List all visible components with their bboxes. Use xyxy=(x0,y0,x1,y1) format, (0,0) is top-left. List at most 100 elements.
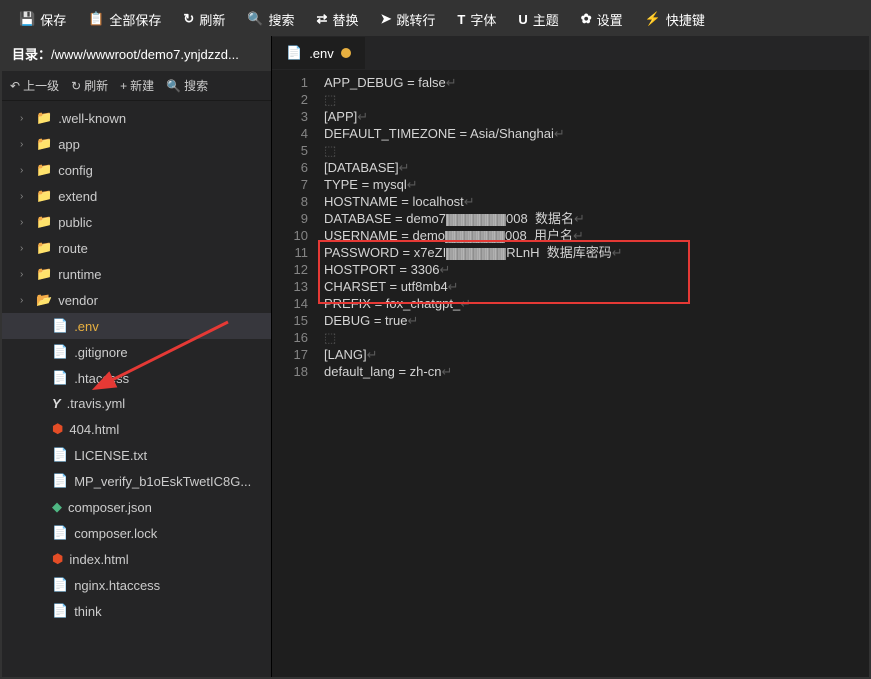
toolbar-theme-button[interactable]: U 主题 xyxy=(507,2,569,37)
file-item[interactable]: 📄 think xyxy=(2,598,271,624)
line-number: 5 xyxy=(272,142,308,159)
item-name: index.html xyxy=(69,552,128,567)
folder-item[interactable]: ›📁public xyxy=(2,209,271,235)
file-icon: 📄 xyxy=(52,525,68,541)
toolbar-search-button[interactable]: 🔍搜索 xyxy=(236,2,305,37)
folder-item[interactable]: ›📂vendor xyxy=(2,287,271,313)
censored-text xyxy=(446,248,506,260)
toolbar-label: 替换 xyxy=(332,10,358,29)
file-item[interactable]: 📄composer.lock xyxy=(2,520,271,546)
editor-tabs: 📄 .env xyxy=(272,36,869,70)
item-name: 404.html xyxy=(69,422,119,437)
toolbar-save-all-button[interactable]: 📋全部保存 xyxy=(77,2,172,37)
line-number: 9 xyxy=(272,210,308,227)
toolbar-label: 主题 xyxy=(533,10,559,29)
file-item[interactable]: 📄.env xyxy=(2,313,271,339)
toolbar-replace-button[interactable]: ⇄替换 xyxy=(306,2,370,37)
code-line: [APP]↵ xyxy=(316,108,869,125)
folder-item[interactable]: ›📁config xyxy=(2,157,271,183)
toolbar-refresh-button[interactable]: ↻刷新 xyxy=(172,2,236,37)
folder-item[interactable]: ›📁.well-known xyxy=(2,105,271,131)
file-item[interactable]: ⬢index.html xyxy=(2,546,271,572)
folder-item[interactable]: ›📁runtime xyxy=(2,261,271,287)
tab-env[interactable]: 📄 .env xyxy=(272,37,365,69)
toolbar-font-button[interactable]: T字体 xyxy=(446,2,507,37)
folder-icon: 📁 xyxy=(36,240,52,256)
nav-label: 新建 xyxy=(130,77,154,94)
toolbar-goto-line-button[interactable]: ➤ 跳转行 xyxy=(369,2,446,37)
nav-label: 刷新 xyxy=(84,77,108,94)
item-name: vendor xyxy=(58,293,98,308)
folder-item[interactable]: ›📁route xyxy=(2,235,271,261)
folder-icon: 📁 xyxy=(36,110,52,126)
item-name: config xyxy=(58,163,93,178)
line-number: 10 xyxy=(272,227,308,244)
file-icon: ⬢ xyxy=(52,421,63,437)
folder-item[interactable]: ›📁extend xyxy=(2,183,271,209)
nav-new-button[interactable]: +新建 xyxy=(120,77,154,94)
item-name: .travis.yml xyxy=(67,396,126,411)
nav-label: 搜索 xyxy=(184,77,208,94)
line-number: 1 xyxy=(272,74,308,91)
code-line: HOSTPORT = 3306↵ xyxy=(316,261,869,278)
file-item[interactable]: 📄.gitignore xyxy=(2,339,271,365)
line-gutter: 123456789101112131415161718 xyxy=(272,70,316,677)
file-item[interactable]: Y.travis.yml xyxy=(2,391,271,416)
toolbar-shortcuts-button[interactable]: ⚡快捷键 xyxy=(634,2,716,37)
toolbar-save-button[interactable]: 💾保存 xyxy=(8,2,77,37)
file-icon: 📄 xyxy=(52,473,68,489)
nav-search-button[interactable]: 🔍搜索 xyxy=(166,77,208,94)
chevron-right-icon: › xyxy=(20,269,30,280)
line-number: 4 xyxy=(272,125,308,142)
toolbar-icon: T xyxy=(457,12,465,27)
code-line: DATABASE = demo7008 数据名↵ xyxy=(316,210,869,227)
file-icon: 📄 xyxy=(52,603,68,619)
file-item[interactable]: 📄.htaccess xyxy=(2,365,271,391)
nav-refresh-button[interactable]: ↻刷新 xyxy=(71,77,108,94)
item-name: .env xyxy=(74,319,99,334)
folder-item[interactable]: ›📁app xyxy=(2,131,271,157)
item-name: runtime xyxy=(58,267,101,282)
file-icon: 📄 xyxy=(52,577,68,593)
code-line: TYPE = mysql↵ xyxy=(316,176,869,193)
code-content[interactable]: APP_DEBUG = false↵⬚[APP]↵DEFAULT_TIMEZON… xyxy=(316,70,869,677)
path-bar: 目录：/www/wwwroot/demo7.ynjdzzd... xyxy=(2,36,271,71)
code-editor[interactable]: 123456789101112131415161718 APP_DEBUG = … xyxy=(272,70,869,677)
path-label: 目录： xyxy=(12,47,51,62)
toolbar-settings-button[interactable]: ✿设置 xyxy=(570,2,634,37)
file-icon: 📄 xyxy=(52,447,68,463)
file-tree: ›📁.well-known›📁app›📁config›📁extend›📁publ… xyxy=(2,101,271,677)
toolbar-label: 跳转行 xyxy=(396,10,435,29)
line-number: 3 xyxy=(272,108,308,125)
code-line: DEFAULT_TIMEZONE = Asia/Shanghai↵ xyxy=(316,125,869,142)
toolbar-label: 保存 xyxy=(40,10,66,29)
nav-up-button[interactable]: ↶上一级 xyxy=(10,77,59,94)
line-number: 18 xyxy=(272,363,308,380)
item-name: MP_verify_b1oEskTwetIC8G... xyxy=(74,474,251,489)
file-item[interactable]: ◆composer.json xyxy=(2,494,271,520)
code-line: HOSTNAME = localhost↵ xyxy=(316,193,869,210)
item-name: app xyxy=(58,137,80,152)
code-line: CHARSET = utf8mb4↵ xyxy=(316,278,869,295)
item-name: think xyxy=(74,604,101,619)
item-name: .well-known xyxy=(58,111,126,126)
code-line: [DATABASE]↵ xyxy=(316,159,869,176)
file-item[interactable]: 📄nginx.htaccess xyxy=(2,572,271,598)
folder-icon: 📁 xyxy=(36,136,52,152)
censored-text xyxy=(445,231,505,243)
toolbar-icon: U xyxy=(518,12,527,27)
folder-icon: 📁 xyxy=(36,162,52,178)
folder-icon: 📂 xyxy=(36,292,52,308)
file-item[interactable]: ⬢ 404.html xyxy=(2,416,271,442)
comment-note: 用户名 xyxy=(534,228,573,243)
line-number: 13 xyxy=(272,278,308,295)
code-line: PASSWORD = x7eZIRLnH 数据库密码↵ xyxy=(316,244,869,261)
toolbar-label: 设置 xyxy=(597,10,623,29)
file-item[interactable]: 📄LICENSE.txt xyxy=(2,442,271,468)
file-item[interactable]: 📄 MP_verify_b1oEskTwetIC8G... xyxy=(2,468,271,494)
toolbar-icon: ➤ xyxy=(380,11,391,27)
toolbar-label: 快捷键 xyxy=(666,10,705,29)
file-icon: 📄 xyxy=(52,344,68,360)
path-value: /www/wwwroot/demo7.ynjdzzd... xyxy=(51,47,239,62)
tab-label: .env xyxy=(309,46,334,61)
